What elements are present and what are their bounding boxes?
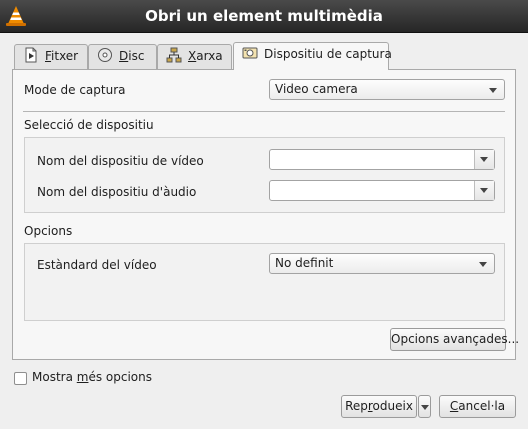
tab-file-label: Fitxer [45, 49, 79, 63]
options-heading: Opcions [24, 224, 73, 238]
tab-network-label: Xarxa [188, 49, 223, 63]
chevron-down-icon [489, 88, 497, 93]
network-icon [166, 47, 182, 63]
show-more-options-checkbox[interactable] [14, 372, 27, 385]
play-options-dropdown-button[interactable] [418, 395, 431, 418]
divider [23, 111, 505, 112]
chevron-down-icon [480, 188, 488, 193]
tab-disc-label: Disc [119, 49, 145, 63]
capture-mode-value: Video camera [275, 82, 358, 96]
tab-capture-device-label: Dispositiu de captura [264, 47, 392, 61]
device-selection-group: Nom del dispositiu de vídeo Nom del disp… [24, 137, 505, 213]
video-standard-label: Estàndard del vídeo [37, 258, 157, 272]
window-title: Obri un element multimèdia [145, 7, 383, 25]
cancel-button[interactable]: Cancel·la [439, 395, 516, 418]
show-more-options-label[interactable]: Mostra més opcions [32, 370, 152, 384]
capture-mode-select[interactable]: Video camera [269, 79, 505, 100]
chevron-down-icon [479, 262, 487, 267]
disc-icon [98, 48, 112, 62]
advanced-options-button[interactable]: Opcions avançades... [390, 328, 519, 351]
play-button[interactable]: Reprodueix [341, 395, 417, 418]
dialog-body: Fitxer Disc Xarxa Dispositiu de captura … [0, 33, 528, 429]
tab-disc[interactable]: Disc [88, 44, 157, 69]
file-icon [25, 47, 37, 63]
chevron-down-icon [421, 405, 429, 410]
video-device-label: Nom del dispositiu de vídeo [37, 154, 204, 168]
capture-device-icon [242, 47, 258, 59]
tab-file[interactable]: Fitxer [14, 44, 88, 69]
chevron-down-icon [480, 157, 488, 162]
tab-network[interactable]: Xarxa [157, 44, 232, 69]
device-selection-heading: Selecció de dispositiu [24, 118, 154, 132]
video-standard-select[interactable]: No definit [269, 253, 495, 274]
audio-device-dropdown-button[interactable] [474, 181, 494, 200]
video-device-field[interactable] [269, 149, 495, 170]
tab-capture-device[interactable]: Dispositiu de captura [233, 42, 392, 70]
video-standard-value: No definit [275, 256, 334, 270]
capture-mode-label: Mode de captura [24, 83, 126, 97]
audio-device-field[interactable] [269, 180, 495, 201]
title-bar: Obri un element multimèdia [0, 0, 528, 33]
capture-panel: Mode de captura Video camera Selecció de… [12, 69, 519, 360]
audio-device-label: Nom del dispositiu d'àudio [37, 185, 197, 199]
options-group: Estàndard del vídeo No definit [24, 243, 505, 321]
video-device-dropdown-button[interactable] [474, 150, 494, 169]
